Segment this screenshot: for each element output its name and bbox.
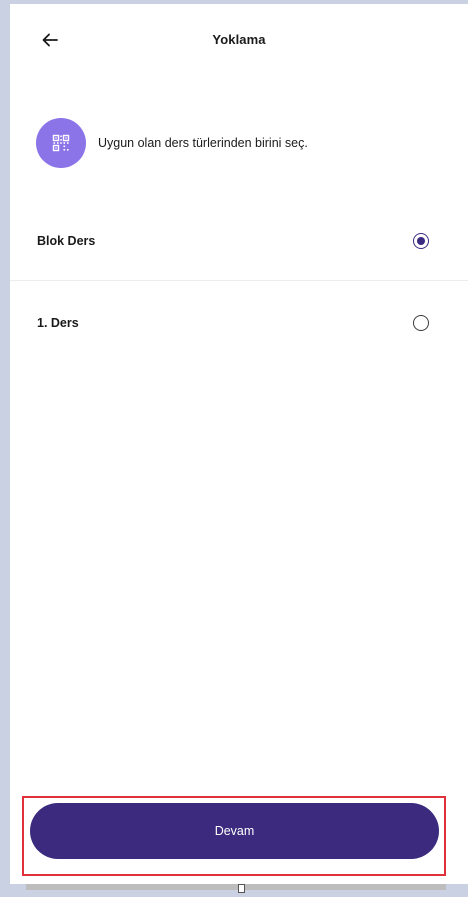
screen: Yoklama Uygun olan ders türlerinden biri… <box>10 4 468 884</box>
option-label: 1. Ders <box>37 316 79 330</box>
qr-badge <box>36 118 86 168</box>
bottom-bar <box>26 884 446 890</box>
info-row: Uygun olan ders türlerinden birini seç. <box>36 118 308 168</box>
option-1-ders[interactable]: 1. Ders <box>10 284 468 362</box>
radio-unchecked[interactable] <box>413 315 429 331</box>
radio-checked[interactable] <box>413 233 429 249</box>
option-blok-ders[interactable]: Blok Ders <box>10 202 468 281</box>
window-edge <box>0 0 10 897</box>
info-text: Uygun olan ders türlerinden birini seç. <box>98 136 308 150</box>
page-title: Yoklama <box>212 32 266 47</box>
top-bar: Yoklama <box>10 4 468 84</box>
qr-code-icon <box>52 134 70 152</box>
option-label: Blok Ders <box>37 234 96 248</box>
continue-button[interactable]: Devam <box>30 803 439 859</box>
resize-handle[interactable] <box>238 884 245 893</box>
radio-dot <box>417 237 425 245</box>
app-frame: Yoklama Uygun olan ders türlerinden biri… <box>0 0 468 897</box>
